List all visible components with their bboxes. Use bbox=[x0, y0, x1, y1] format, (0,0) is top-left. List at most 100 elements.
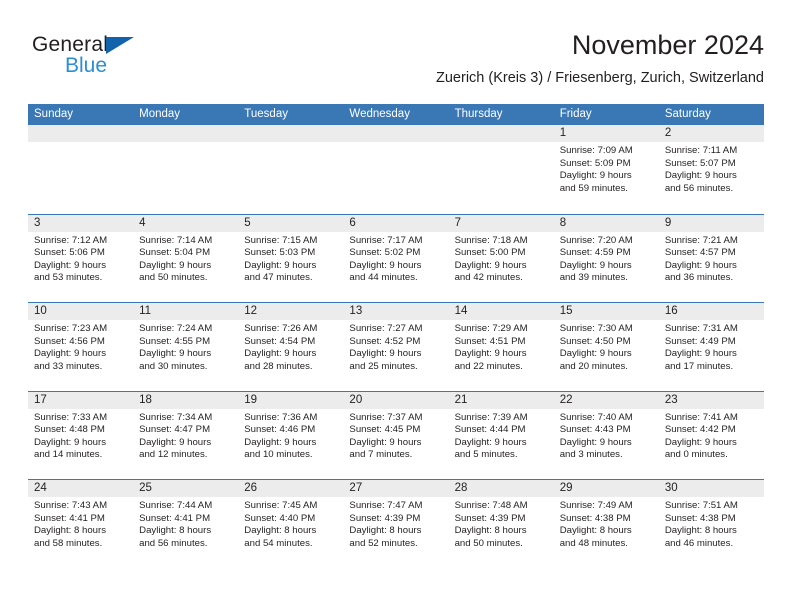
day-number-empty bbox=[343, 125, 448, 142]
day-cell-22[interactable]: Sunrise: 7:40 AM Sunset: 4:43 PM Daylight:… bbox=[554, 409, 659, 479]
day-number-16[interactable]: 16 bbox=[659, 303, 764, 320]
day-number-13[interactable]: 13 bbox=[343, 303, 448, 320]
day-detail-line: Daylight: 9 hours bbox=[244, 348, 317, 360]
day-number-27[interactable]: 27 bbox=[343, 480, 448, 497]
day-detail-line: Daylight: 9 hours bbox=[664, 348, 737, 360]
day-cell-6[interactable]: Sunrise: 7:17 AM Sunset: 5:02 PM Daylight:… bbox=[343, 232, 448, 302]
day-cell-26[interactable]: Sunrise: 7:45 AM Sunset: 4:40 PM Daylight:… bbox=[238, 497, 343, 567]
day-cell-28[interactable]: Sunrise: 7:48 AM Sunset: 4:39 PM Daylight:… bbox=[449, 497, 554, 567]
day-number-14[interactable]: 14 bbox=[449, 303, 554, 320]
day-detail-line: Daylight: 8 hours bbox=[454, 525, 527, 537]
calendar-week-row: 10 11 12 13 14 15 16 Sunrise: 7:23 AM Sunset: 4:… bbox=[28, 302, 764, 391]
day-detail-line: Sunrise: 7:43 AM bbox=[34, 500, 108, 511]
day-number-3[interactable]: 3 bbox=[28, 215, 133, 232]
day-detail-line: Sunrise: 7:26 AM bbox=[244, 323, 318, 334]
day-cell-15[interactable]: Sunrise: 7:30 AM Sunset: 4:50 PM Daylight:… bbox=[554, 320, 659, 390]
day-number-28[interactable]: 28 bbox=[449, 480, 554, 497]
week-content-row: Sunrise: 7:09 AM Sunset: 5:09 PM Daylight:… bbox=[28, 142, 764, 212]
day-number-23[interactable]: 23 bbox=[659, 392, 764, 409]
day-cell-18[interactable]: Sunrise: 7:34 AM Sunset: 4:47 PM Daylight:… bbox=[133, 409, 238, 479]
day-number-8[interactable]: 8 bbox=[554, 215, 659, 232]
day-cell-27[interactable]: Sunrise: 7:47 AM Sunset: 4:39 PM Daylight:… bbox=[343, 497, 448, 567]
day-number-24[interactable]: 24 bbox=[28, 480, 133, 497]
day-cell-3[interactable]: Sunrise: 7:12 AM Sunset: 5:06 PM Daylight:… bbox=[28, 232, 133, 302]
weekday-header-sunday: Sunday bbox=[34, 108, 74, 120]
day-cell-13[interactable]: Sunrise: 7:27 AM Sunset: 4:52 PM Daylight:… bbox=[343, 320, 448, 390]
day-number-4[interactable]: 4 bbox=[133, 215, 238, 232]
calendar-week-row: 17 18 19 20 21 22 23 Sunrise: 7:33 AM Sunset: 4:… bbox=[28, 390, 764, 480]
day-number-17[interactable]: 17 bbox=[28, 392, 133, 409]
day-number-5[interactable]: 5 bbox=[238, 215, 343, 232]
week-content-row: Sunrise: 7:33 AM Sunset: 4:48 PM Daylight:… bbox=[28, 408, 764, 479]
day-cell-20[interactable]: Sunrise: 7:37 AM Sunset: 4:45 PM Daylight:… bbox=[343, 409, 448, 479]
day-detail-line: Daylight: 8 hours bbox=[664, 525, 737, 537]
day-detail-line: and 0 minutes. bbox=[664, 449, 728, 461]
day-cell-1[interactable]: Sunrise: 7:09 AM Sunset: 5:09 PM Daylight:… bbox=[554, 142, 659, 212]
day-detail-line: Daylight: 8 hours bbox=[34, 525, 106, 537]
day-cell-11[interactable]: Sunrise: 7:24 AM Sunset: 4:55 PM Daylight:… bbox=[133, 320, 238, 390]
day-number-22[interactable]: 22 bbox=[554, 392, 659, 409]
day-detail-line: Sunset: 4:41 PM bbox=[139, 512, 211, 524]
day-number-11[interactable]: 11 bbox=[133, 303, 238, 320]
day-number-18[interactable]: 18 bbox=[133, 392, 238, 409]
day-cell-16[interactable]: Sunrise: 7:31 AM Sunset: 4:49 PM Daylight:… bbox=[659, 320, 764, 390]
day-number-26[interactable]: 26 bbox=[238, 480, 343, 497]
day-cell-4[interactable]: Sunrise: 7:14 AM Sunset: 5:04 PM Daylight:… bbox=[133, 232, 238, 302]
day-number-15[interactable]: 15 bbox=[554, 303, 659, 320]
day-cell-21[interactable]: Sunrise: 7:39 AM Sunset: 4:44 PM Daylight:… bbox=[449, 409, 554, 479]
day-cell-14[interactable]: Sunrise: 7:29 AM Sunset: 4:51 PM Daylight:… bbox=[449, 320, 554, 390]
day-cell-24[interactable]: Sunrise: 7:43 AM Sunset: 4:41 PM Daylight:… bbox=[28, 497, 133, 567]
day-cell-2[interactable]: Sunrise: 7:11 AM Sunset: 5:07 PM Daylight:… bbox=[659, 142, 764, 212]
day-detail-line: Daylight: 9 hours bbox=[34, 259, 106, 271]
day-detail-line: Daylight: 9 hours bbox=[139, 436, 212, 448]
day-detail-line: Daylight: 9 hours bbox=[139, 348, 212, 360]
day-cell-7[interactable]: Sunrise: 7:18 AM Sunset: 5:00 PM Daylight:… bbox=[449, 232, 554, 302]
day-detail-line: and 14 minutes. bbox=[34, 449, 103, 461]
calendar-week-row: 24 25 26 27 28 29 30 Sunrise: 7:43 AM Sunset: 4:… bbox=[28, 479, 764, 568]
day-cell-19[interactable]: Sunrise: 7:36 AM Sunset: 4:46 PM Daylight:… bbox=[238, 409, 343, 479]
day-detail-line: Sunrise: 7:44 AM bbox=[139, 500, 213, 511]
day-detail-line: Daylight: 9 hours bbox=[349, 348, 422, 360]
day-detail-line: Daylight: 9 hours bbox=[244, 436, 317, 448]
day-cell-29[interactable]: Sunrise: 7:49 AM Sunset: 4:38 PM Daylight:… bbox=[554, 497, 659, 567]
calendar-table: Sunday Monday Tuesday Wednesday Thursday Frid… bbox=[28, 104, 764, 568]
day-cell-8[interactable]: Sunrise: 7:20 AM Sunset: 4:59 PM Daylight:… bbox=[554, 232, 659, 302]
day-detail-line: and 47 minutes. bbox=[244, 272, 313, 284]
day-number-12[interactable]: 12 bbox=[238, 303, 343, 320]
day-detail-line: Daylight: 8 hours bbox=[349, 525, 422, 537]
week-content-row: Sunrise: 7:43 AM Sunset: 4:41 PM Daylight:… bbox=[28, 497, 764, 567]
weekday-header-monday: Monday bbox=[139, 108, 181, 120]
day-number-7[interactable]: 7 bbox=[449, 215, 554, 232]
day-number-20[interactable]: 20 bbox=[343, 392, 448, 409]
logo-text-general: General bbox=[32, 33, 109, 56]
day-number-9[interactable]: 9 bbox=[659, 215, 764, 232]
day-number-29[interactable]: 29 bbox=[554, 480, 659, 497]
day-number-25[interactable]: 25 bbox=[133, 480, 238, 497]
day-number-21[interactable]: 21 bbox=[449, 392, 554, 409]
day-cell-empty bbox=[238, 142, 343, 212]
day-cell-30[interactable]: Sunrise: 7:51 AM Sunset: 4:38 PM Daylight:… bbox=[659, 497, 764, 567]
day-number-6[interactable]: 6 bbox=[343, 215, 448, 232]
day-detail-line: Sunset: 4:49 PM bbox=[664, 335, 736, 347]
day-number-19[interactable]: 19 bbox=[238, 392, 343, 409]
day-detail-line: Sunset: 4:56 PM bbox=[34, 335, 105, 347]
day-number-1[interactable]: 1 bbox=[554, 125, 659, 142]
day-cell-17[interactable]: Sunrise: 7:33 AM Sunset: 4:48 PM Daylight:… bbox=[28, 409, 133, 479]
day-cell-12[interactable]: Sunrise: 7:26 AM Sunset: 4:54 PM Daylight:… bbox=[238, 320, 343, 390]
weekday-header-tuesday: Tuesday bbox=[244, 108, 288, 120]
day-number-2[interactable]: 2 bbox=[659, 125, 764, 142]
generalblue-logo[interactable]: General Blue bbox=[32, 34, 232, 92]
day-number-30[interactable]: 30 bbox=[659, 480, 764, 497]
day-cell-10[interactable]: Sunrise: 7:23 AM Sunset: 4:56 PM Daylight:… bbox=[28, 320, 133, 390]
day-detail-line: Sunrise: 7:21 AM bbox=[664, 234, 738, 246]
day-cell-5[interactable]: Sunrise: 7:15 AM Sunset: 5:03 PM Daylight:… bbox=[238, 232, 343, 302]
day-number-10[interactable]: 10 bbox=[28, 303, 133, 320]
day-cell-25[interactable]: Sunrise: 7:44 AM Sunset: 4:41 PM Daylight:… bbox=[133, 497, 238, 567]
day-detail-line: Sunset: 4:47 PM bbox=[139, 424, 211, 436]
day-detail-line: Daylight: 9 hours bbox=[139, 259, 212, 271]
day-detail-line: Daylight: 8 hours bbox=[139, 525, 212, 537]
day-detail-line: Daylight: 9 hours bbox=[454, 348, 527, 360]
day-detail-line: Sunset: 4:40 PM bbox=[244, 512, 316, 524]
day-cell-23[interactable]: Sunrise: 7:41 AM Sunset: 4:42 PM Daylight:… bbox=[659, 409, 764, 479]
day-cell-9[interactable]: Sunrise: 7:21 AM Sunset: 4:57 PM Daylight:… bbox=[659, 232, 764, 302]
